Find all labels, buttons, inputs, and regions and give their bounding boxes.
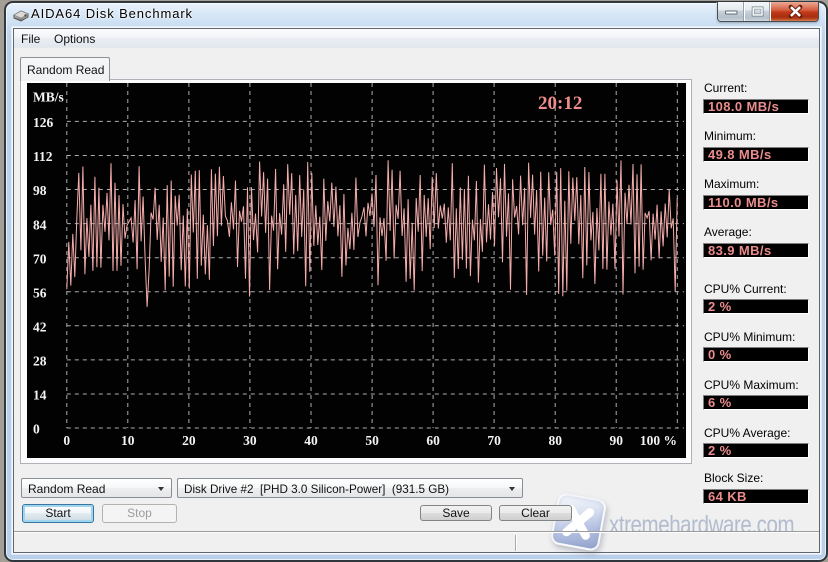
svg-text:98: 98 bbox=[33, 183, 47, 198]
svg-text:60: 60 bbox=[426, 433, 440, 448]
svg-text:10: 10 bbox=[121, 433, 135, 448]
svg-text:42: 42 bbox=[33, 320, 47, 335]
svg-text:28: 28 bbox=[33, 354, 47, 369]
svg-text:90: 90 bbox=[609, 433, 623, 448]
svg-text:40: 40 bbox=[304, 433, 318, 448]
svg-text:112: 112 bbox=[33, 149, 53, 164]
svg-text:30: 30 bbox=[243, 433, 257, 448]
svg-text:84: 84 bbox=[33, 217, 47, 232]
svg-text:80: 80 bbox=[548, 433, 562, 448]
svg-text:126: 126 bbox=[33, 115, 54, 130]
svg-text:20:12: 20:12 bbox=[538, 93, 582, 114]
svg-text:70: 70 bbox=[33, 251, 47, 266]
svg-text:20: 20 bbox=[182, 433, 196, 448]
svg-text:14: 14 bbox=[33, 388, 47, 403]
svg-text:56: 56 bbox=[33, 285, 47, 300]
svg-text:100 %: 100 % bbox=[640, 433, 677, 448]
svg-text:MB/s: MB/s bbox=[33, 90, 64, 105]
svg-text:0: 0 bbox=[63, 433, 70, 448]
svg-text:50: 50 bbox=[365, 433, 379, 448]
svg-text:0: 0 bbox=[33, 422, 40, 437]
svg-text:70: 70 bbox=[487, 433, 501, 448]
